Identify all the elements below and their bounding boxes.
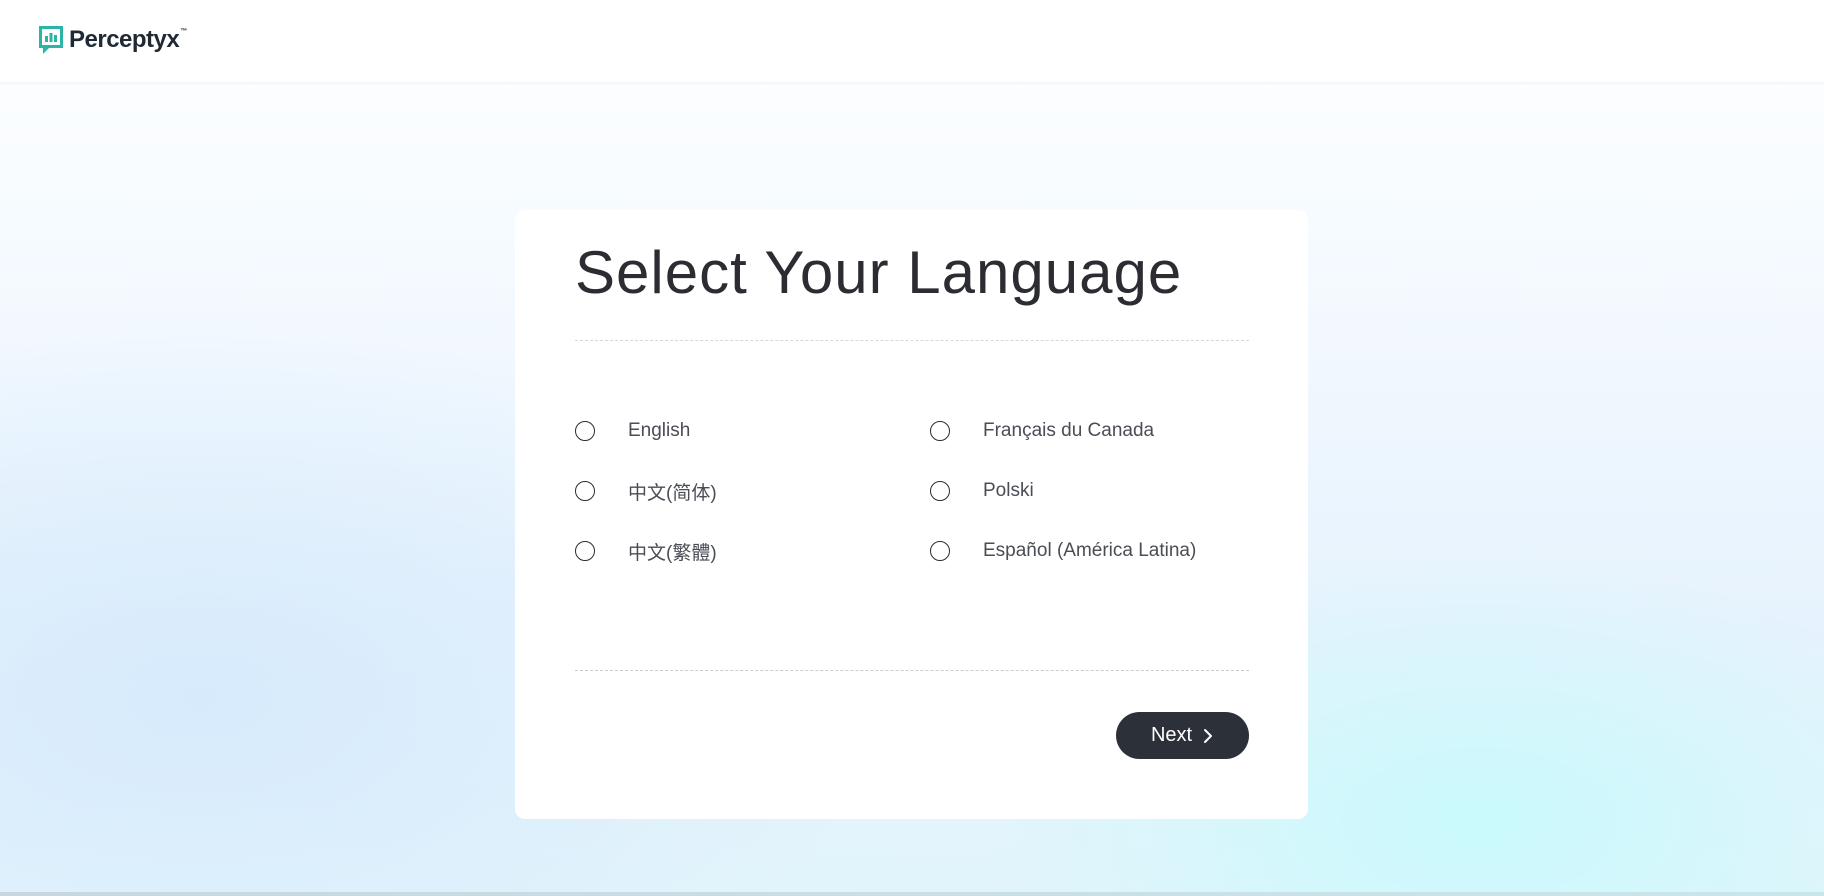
radio-button[interactable] — [930, 481, 950, 501]
radio-button[interactable] — [930, 421, 950, 441]
title-divider — [575, 340, 1249, 341]
language-label: Français du Canada — [983, 420, 1155, 441]
next-button-label: Next — [1150, 724, 1193, 746]
radio-button[interactable] — [930, 541, 950, 561]
logo-text: Perceptyx — [69, 26, 180, 53]
language-option-spanish-latam[interactable]: Español (América Latina) — [930, 536, 1196, 566]
radio-button[interactable] — [575, 541, 595, 561]
language-option-polish[interactable]: Polski — [930, 476, 1034, 506]
next-button[interactable]: Next — [1116, 712, 1249, 759]
page-title: Select Your Language — [575, 239, 1183, 306]
language-option-chinese-traditional[interactable]: 中文(繁體) — [575, 536, 717, 566]
language-label: English — [628, 420, 691, 441]
radio-button[interactable] — [575, 421, 595, 441]
bottom-edge — [0, 892, 1824, 896]
radio-button[interactable] — [575, 481, 595, 501]
language-selection-card: Select Your Language English Français du… — [515, 210, 1308, 819]
language-label: Español (América Latina) — [983, 540, 1197, 561]
language-option-french-canada[interactable]: Français du Canada — [930, 416, 1154, 446]
language-label: 中文(繁體) — [628, 542, 717, 564]
footer-divider — [575, 670, 1249, 671]
top-bar: Perceptyx ™ — [0, 0, 1824, 82]
language-label: Polski — [983, 480, 1034, 501]
logo-trademark: ™ — [180, 28, 188, 35]
perceptyx-logo[interactable]: Perceptyx ™ — [37, 24, 187, 56]
language-option-english[interactable]: English — [575, 416, 690, 446]
chevron-right-icon — [1204, 728, 1213, 743]
chat-bar-chart-icon — [39, 26, 63, 54]
language-option-chinese-simplified[interactable]: 中文(简体) — [575, 476, 717, 506]
language-label: 中文(简体) — [628, 482, 717, 504]
